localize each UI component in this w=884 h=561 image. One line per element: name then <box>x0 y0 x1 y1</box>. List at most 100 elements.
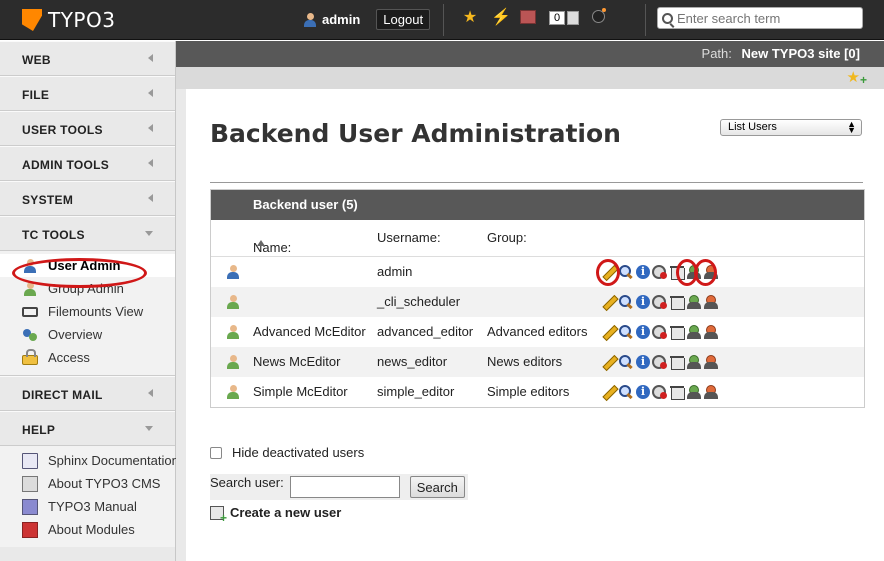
table-row: _cli_scheduler <box>211 287 864 317</box>
column-header-username[interactable]: Username: <box>377 230 441 245</box>
edit-pencil-icon[interactable] <box>601 294 617 310</box>
edit-pencil-icon[interactable] <box>601 384 617 400</box>
group-help[interactable]: HELP <box>0 411 175 446</box>
cell-name: Advanced McEditor <box>253 324 366 339</box>
typo3-logo[interactable]: TYPO3 <box>22 7 115 33</box>
group-tc-tools[interactable]: TC TOOLS <box>0 216 175 251</box>
new-record-icon <box>210 505 227 525</box>
admin-user-icon[interactable] <box>225 264 241 280</box>
cell-username: advanced_editor <box>377 324 474 339</box>
module-about-typo3[interactable]: About TYPO3 CMS <box>0 472 175 495</box>
user-icon[interactable] <box>225 384 241 400</box>
group-admin-tools[interactable]: ADMIN TOOLS <box>0 146 175 181</box>
cell-group: News editors <box>487 354 563 369</box>
live-search[interactable] <box>657 7 863 29</box>
create-new-user-link[interactable]: Create a new user <box>210 505 341 525</box>
taskcenter-icon[interactable]: 0 <box>549 11 580 25</box>
switch-user-icon[interactable] <box>686 354 702 370</box>
user-icon[interactable] <box>225 294 241 310</box>
view-zoom-icon[interactable] <box>618 264 634 280</box>
expand-arrow-icon <box>145 231 153 236</box>
clear-cache-bolt-icon[interactable]: ⚡ <box>491 10 511 26</box>
delete-trash-icon[interactable] <box>669 354 685 370</box>
username[interactable]: admin <box>322 12 360 27</box>
module-sphinx-documentation[interactable]: Sphinx Documentation <box>0 449 179 472</box>
switch-user-back-icon[interactable] <box>703 354 719 370</box>
row-actions <box>601 384 719 400</box>
user-icon[interactable] <box>225 354 241 370</box>
delete-trash-icon[interactable] <box>669 324 685 340</box>
hide-icon[interactable] <box>652 384 668 400</box>
add-shortcut-icon[interactable]: ★ <box>847 70 868 88</box>
switch-user-icon[interactable] <box>686 324 702 340</box>
table-row: admin <box>211 257 864 287</box>
module-typo3-manual[interactable]: TYPO3 Manual <box>0 495 175 518</box>
switch-user-back-icon[interactable] <box>703 384 719 400</box>
module-overview[interactable]: Overview <box>0 323 175 346</box>
view-zoom-icon[interactable] <box>618 294 634 310</box>
switch-user-back-icon[interactable] <box>703 264 719 280</box>
info-icon[interactable] <box>635 384 651 400</box>
delete-trash-icon[interactable] <box>669 294 685 310</box>
cache-icon[interactable] <box>520 10 536 26</box>
info-icon[interactable] <box>635 264 651 280</box>
view-select[interactable]: List Users ▲ ▼ <box>720 119 862 136</box>
delete-trash-icon[interactable] <box>669 384 685 400</box>
view-zoom-icon[interactable] <box>618 384 634 400</box>
user-icon[interactable] <box>225 324 241 340</box>
group-system[interactable]: SYSTEM <box>0 181 175 216</box>
logout-button[interactable]: Logout <box>376 9 431 30</box>
group-label: ADMIN TOOLS <box>22 158 110 172</box>
group-user-tools[interactable]: USER TOOLS <box>0 111 175 146</box>
edit-pencil-icon[interactable] <box>601 354 617 370</box>
sort-asc-icon <box>257 240 265 246</box>
debug-bomb-icon[interactable] <box>592 8 608 26</box>
group-label: TC TOOLS <box>22 228 85 242</box>
top-bar: TYPO3 admin Logout ★ ⚡ 0 <box>0 0 884 40</box>
hide-icon[interactable] <box>652 324 668 340</box>
divider <box>210 182 863 183</box>
search-input[interactable] <box>677 10 857 26</box>
group-label: HELP <box>22 423 56 437</box>
view-zoom-icon[interactable] <box>618 324 634 340</box>
info-icon[interactable] <box>635 294 651 310</box>
hide-icon[interactable] <box>652 294 668 310</box>
module-filemounts-view[interactable]: Filemounts View <box>0 300 175 323</box>
group-file[interactable]: FILE <box>0 76 175 111</box>
module-about-modules[interactable]: About Modules <box>0 518 175 541</box>
filemount-icon <box>22 307 38 317</box>
user-icon <box>22 258 38 274</box>
module-access[interactable]: Access <box>0 346 175 369</box>
search-user-input[interactable] <box>289 476 400 498</box>
bookmark-star-icon[interactable]: ★ <box>462 10 478 26</box>
edit-pencil-icon[interactable] <box>601 264 617 280</box>
module-group-admin[interactable]: Group Admin <box>0 277 175 300</box>
info-icon[interactable] <box>635 354 651 370</box>
view-zoom-icon[interactable] <box>618 354 634 370</box>
column-header-group[interactable]: Group: <box>487 230 527 245</box>
hide-deactivated-option[interactable]: Hide deactivated users <box>210 445 364 460</box>
delete-trash-icon[interactable] <box>669 264 685 280</box>
column-headers: Name: Username: Group: <box>211 220 864 257</box>
path-bar: Path: New TYPO3 site [0] <box>176 41 884 67</box>
switch-user-back-icon[interactable] <box>703 294 719 310</box>
edit-pencil-icon[interactable] <box>601 324 617 340</box>
group-web[interactable]: WEB <box>0 41 175 76</box>
cell-username: simple_editor <box>377 384 455 399</box>
switch-user-icon[interactable] <box>686 264 702 280</box>
module-label: User Admin <box>48 258 121 273</box>
switch-user-back-icon[interactable] <box>703 324 719 340</box>
hide-icon[interactable] <box>652 354 668 370</box>
module-label: Access <box>48 350 90 365</box>
hide-icon[interactable] <box>652 264 668 280</box>
group-label: SYSTEM <box>22 193 74 207</box>
hide-deactivated-checkbox[interactable] <box>210 446 222 459</box>
group-direct-mail[interactable]: DIRECT MAIL <box>0 376 175 411</box>
switch-user-icon[interactable] <box>686 294 702 310</box>
search-button[interactable]: Search <box>409 476 465 498</box>
module-user-admin[interactable]: User Admin <box>0 254 175 277</box>
row-actions <box>601 324 719 340</box>
info-icon[interactable] <box>635 324 651 340</box>
switch-user-icon[interactable] <box>686 384 702 400</box>
collapse-arrow-icon <box>148 159 153 167</box>
